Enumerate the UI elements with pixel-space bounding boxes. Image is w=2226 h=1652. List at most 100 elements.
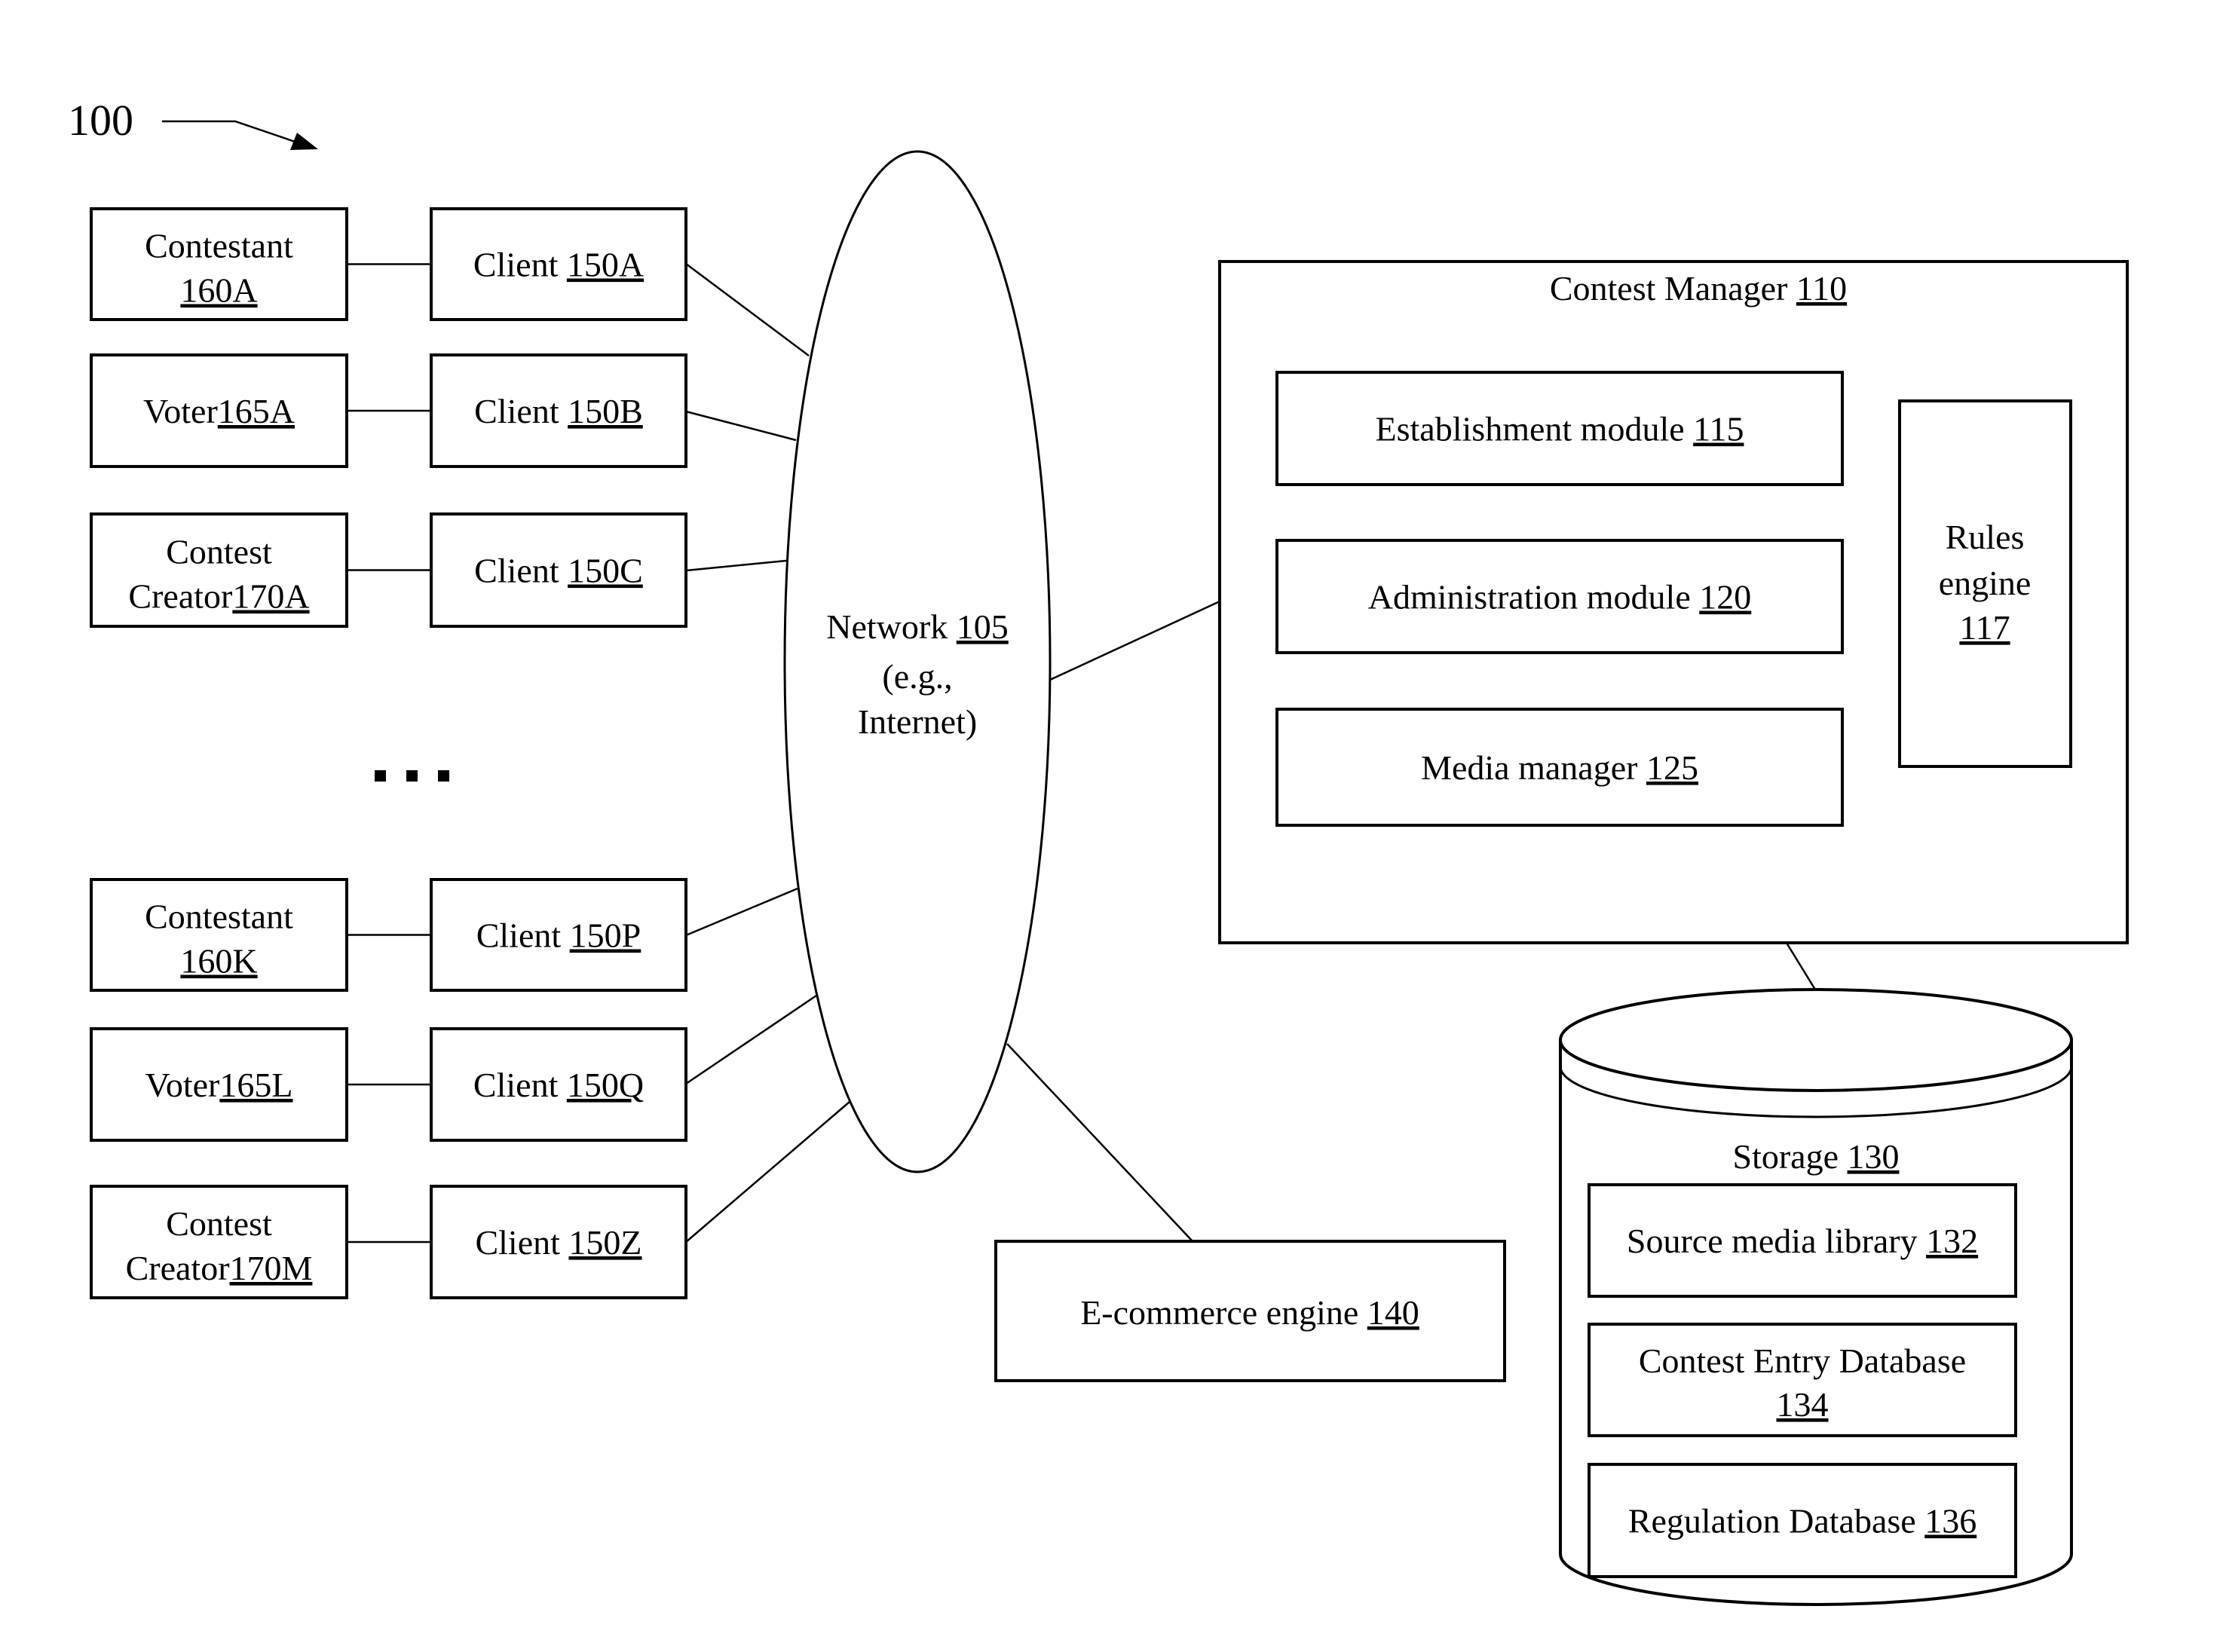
- reference-number: 120: [1699, 578, 1751, 616]
- label-text: Voter: [143, 392, 218, 430]
- storage-cylinder[interactable]: Storage 130 Source media library 132 Cont…: [1559, 988, 2073, 1606]
- client-label: Client 150B: [474, 392, 643, 430]
- actor-node[interactable]: Voter165L: [90, 1027, 348, 1142]
- label-line: Contest: [166, 533, 272, 571]
- contest-manager[interactable]: Contest Manager 110 Establishment module…: [1218, 260, 2129, 944]
- ellipsis-icon: [375, 770, 449, 782]
- label-line: Contestant: [145, 898, 293, 936]
- client-network-connector: [685, 262, 810, 357]
- network-manager-connector: [1049, 600, 1220, 681]
- client-node[interactable]: Client 150C: [430, 512, 687, 628]
- label-text: Establishment module: [1376, 410, 1694, 448]
- administration-module[interactable]: Administration module 120: [1275, 539, 1844, 654]
- manager-storage-connector: [1785, 942, 1817, 990]
- client-node[interactable]: Client 150Q: [430, 1027, 687, 1142]
- label-line: Contest: [166, 1204, 272, 1243]
- client-network-connector: [685, 559, 787, 572]
- label-text: Contestant: [145, 227, 293, 265]
- label-text: Voter: [145, 1066, 220, 1104]
- label-line: Administration module 120: [1368, 578, 1752, 616]
- label-text: Storage: [1732, 1137, 1847, 1176]
- actor-label: Voter165L: [145, 1066, 293, 1104]
- label-line: E-commerce engine 140: [1080, 1293, 1419, 1332]
- reference-number: 130: [1848, 1137, 1900, 1176]
- actor-node[interactable]: Contest Creator170A: [90, 512, 348, 628]
- label-text: E-commerce engine: [1080, 1293, 1367, 1332]
- client-node[interactable]: Client 150P: [430, 878, 687, 992]
- label-line: Client 150Q: [473, 1066, 644, 1104]
- client-label: Client 150C: [474, 552, 643, 590]
- label-line: Creator170M: [126, 1249, 313, 1287]
- label-text: Network: [826, 607, 956, 646]
- actor-node[interactable]: Contestant 160K: [90, 878, 348, 992]
- reference-number: 150C: [568, 552, 643, 590]
- label-line: Establishment module 115: [1376, 410, 1744, 448]
- client-node[interactable]: Client 150B: [430, 353, 687, 468]
- label-line: engine: [1939, 564, 2032, 602]
- client-label: Client 150P: [476, 916, 641, 955]
- network-ecommerce-connector: [1006, 1043, 1193, 1242]
- label-line: Client 150C: [474, 552, 643, 590]
- reference-number: 160K: [180, 942, 257, 980]
- system-diagram: 100 Network 105 (e.g., Internet) Contestan…: [68, 96, 2129, 1606]
- label-text: Media manager: [1421, 748, 1646, 787]
- reference-number: 165L: [219, 1066, 292, 1104]
- label-line: Network 105: [826, 607, 1008, 646]
- client-column: Client 150AClient 150BClient 150CClient …: [430, 207, 687, 1299]
- contest-manager-title: Contest Manager 110: [1550, 269, 1847, 307]
- label-line: Client 150P: [476, 916, 641, 955]
- label-text: Rules: [1946, 518, 2025, 556]
- reference-number: 150P: [570, 916, 641, 955]
- storage-title: Storage 130: [1732, 1137, 1899, 1176]
- source-media-library[interactable]: Source media library 132: [1588, 1183, 2017, 1298]
- label-text: Contest: [166, 1204, 272, 1243]
- reference-number: 115: [1693, 410, 1744, 448]
- label-text: engine: [1939, 564, 2032, 602]
- establishment-module[interactable]: Establishment module 115: [1275, 371, 1844, 486]
- contest-manager-modules: Establishment module 115 Administration m…: [1275, 371, 1844, 827]
- label-text: Source media library: [1627, 1222, 1926, 1260]
- label-text: Creator: [126, 1249, 230, 1287]
- actor-column: Contestant 160AVoter165AContest Creator170…: [90, 207, 348, 1299]
- reference-number: 140: [1367, 1293, 1419, 1332]
- actor-node[interactable]: Contest Creator170M: [90, 1185, 348, 1299]
- label-text: Client: [476, 916, 570, 955]
- label-line: 134: [1777, 1385, 1829, 1424]
- reference-number: 134: [1777, 1385, 1829, 1424]
- label-line: Contest Manager 110: [1550, 269, 1847, 307]
- client-label: Client 150A: [473, 246, 644, 284]
- label-text: Creator: [128, 577, 232, 616]
- regulation-database[interactable]: Regulation Database 136: [1588, 1463, 2017, 1578]
- label-line: Voter165L: [145, 1066, 293, 1104]
- client-network-connector: [685, 887, 798, 937]
- figure-number: 100: [68, 96, 133, 145]
- client-label: Client 150Z: [475, 1223, 641, 1262]
- label-line: Storage 130: [1732, 1137, 1899, 1176]
- actor-node[interactable]: Contestant 160A: [90, 207, 348, 321]
- label-text: Contest Manager: [1550, 269, 1796, 307]
- ecommerce-engine[interactable]: E-commerce engine 140: [994, 1240, 1506, 1382]
- reference-number: 117: [1959, 608, 2010, 647]
- ecommerce-engine-label: E-commerce engine 140: [1080, 1293, 1419, 1332]
- figure-arrow-line: [162, 120, 302, 145]
- label-line: Creator170A: [128, 577, 309, 616]
- reference-number: 170A: [232, 577, 309, 616]
- label-line: (e.g.,: [882, 657, 952, 696]
- client-node[interactable]: Client 150A: [430, 207, 687, 321]
- label-line: Client 150Z: [475, 1223, 641, 1262]
- client-network-connector: [685, 410, 797, 442]
- actor-node[interactable]: Voter165A: [90, 353, 348, 468]
- reference-number: 105: [957, 607, 1009, 646]
- client-node[interactable]: Client 150Z: [430, 1185, 687, 1299]
- label-text: Administration module: [1368, 578, 1700, 616]
- label-text: Client: [474, 552, 568, 590]
- label-line: Contest Entry Database: [1639, 1341, 1966, 1380]
- reference-number: 150A: [567, 246, 644, 284]
- label-text: Client: [473, 1066, 567, 1104]
- label-text: Contest Entry Database: [1639, 1341, 1966, 1380]
- contest-entry-database[interactable]: Contest Entry Database 134: [1588, 1323, 2017, 1437]
- network-node[interactable]: Network 105 (e.g., Internet): [783, 150, 1052, 1173]
- media-manager[interactable]: Media manager 125: [1275, 708, 1844, 827]
- reference-number: 110: [1796, 269, 1847, 307]
- client-label: Client 150Q: [473, 1066, 644, 1104]
